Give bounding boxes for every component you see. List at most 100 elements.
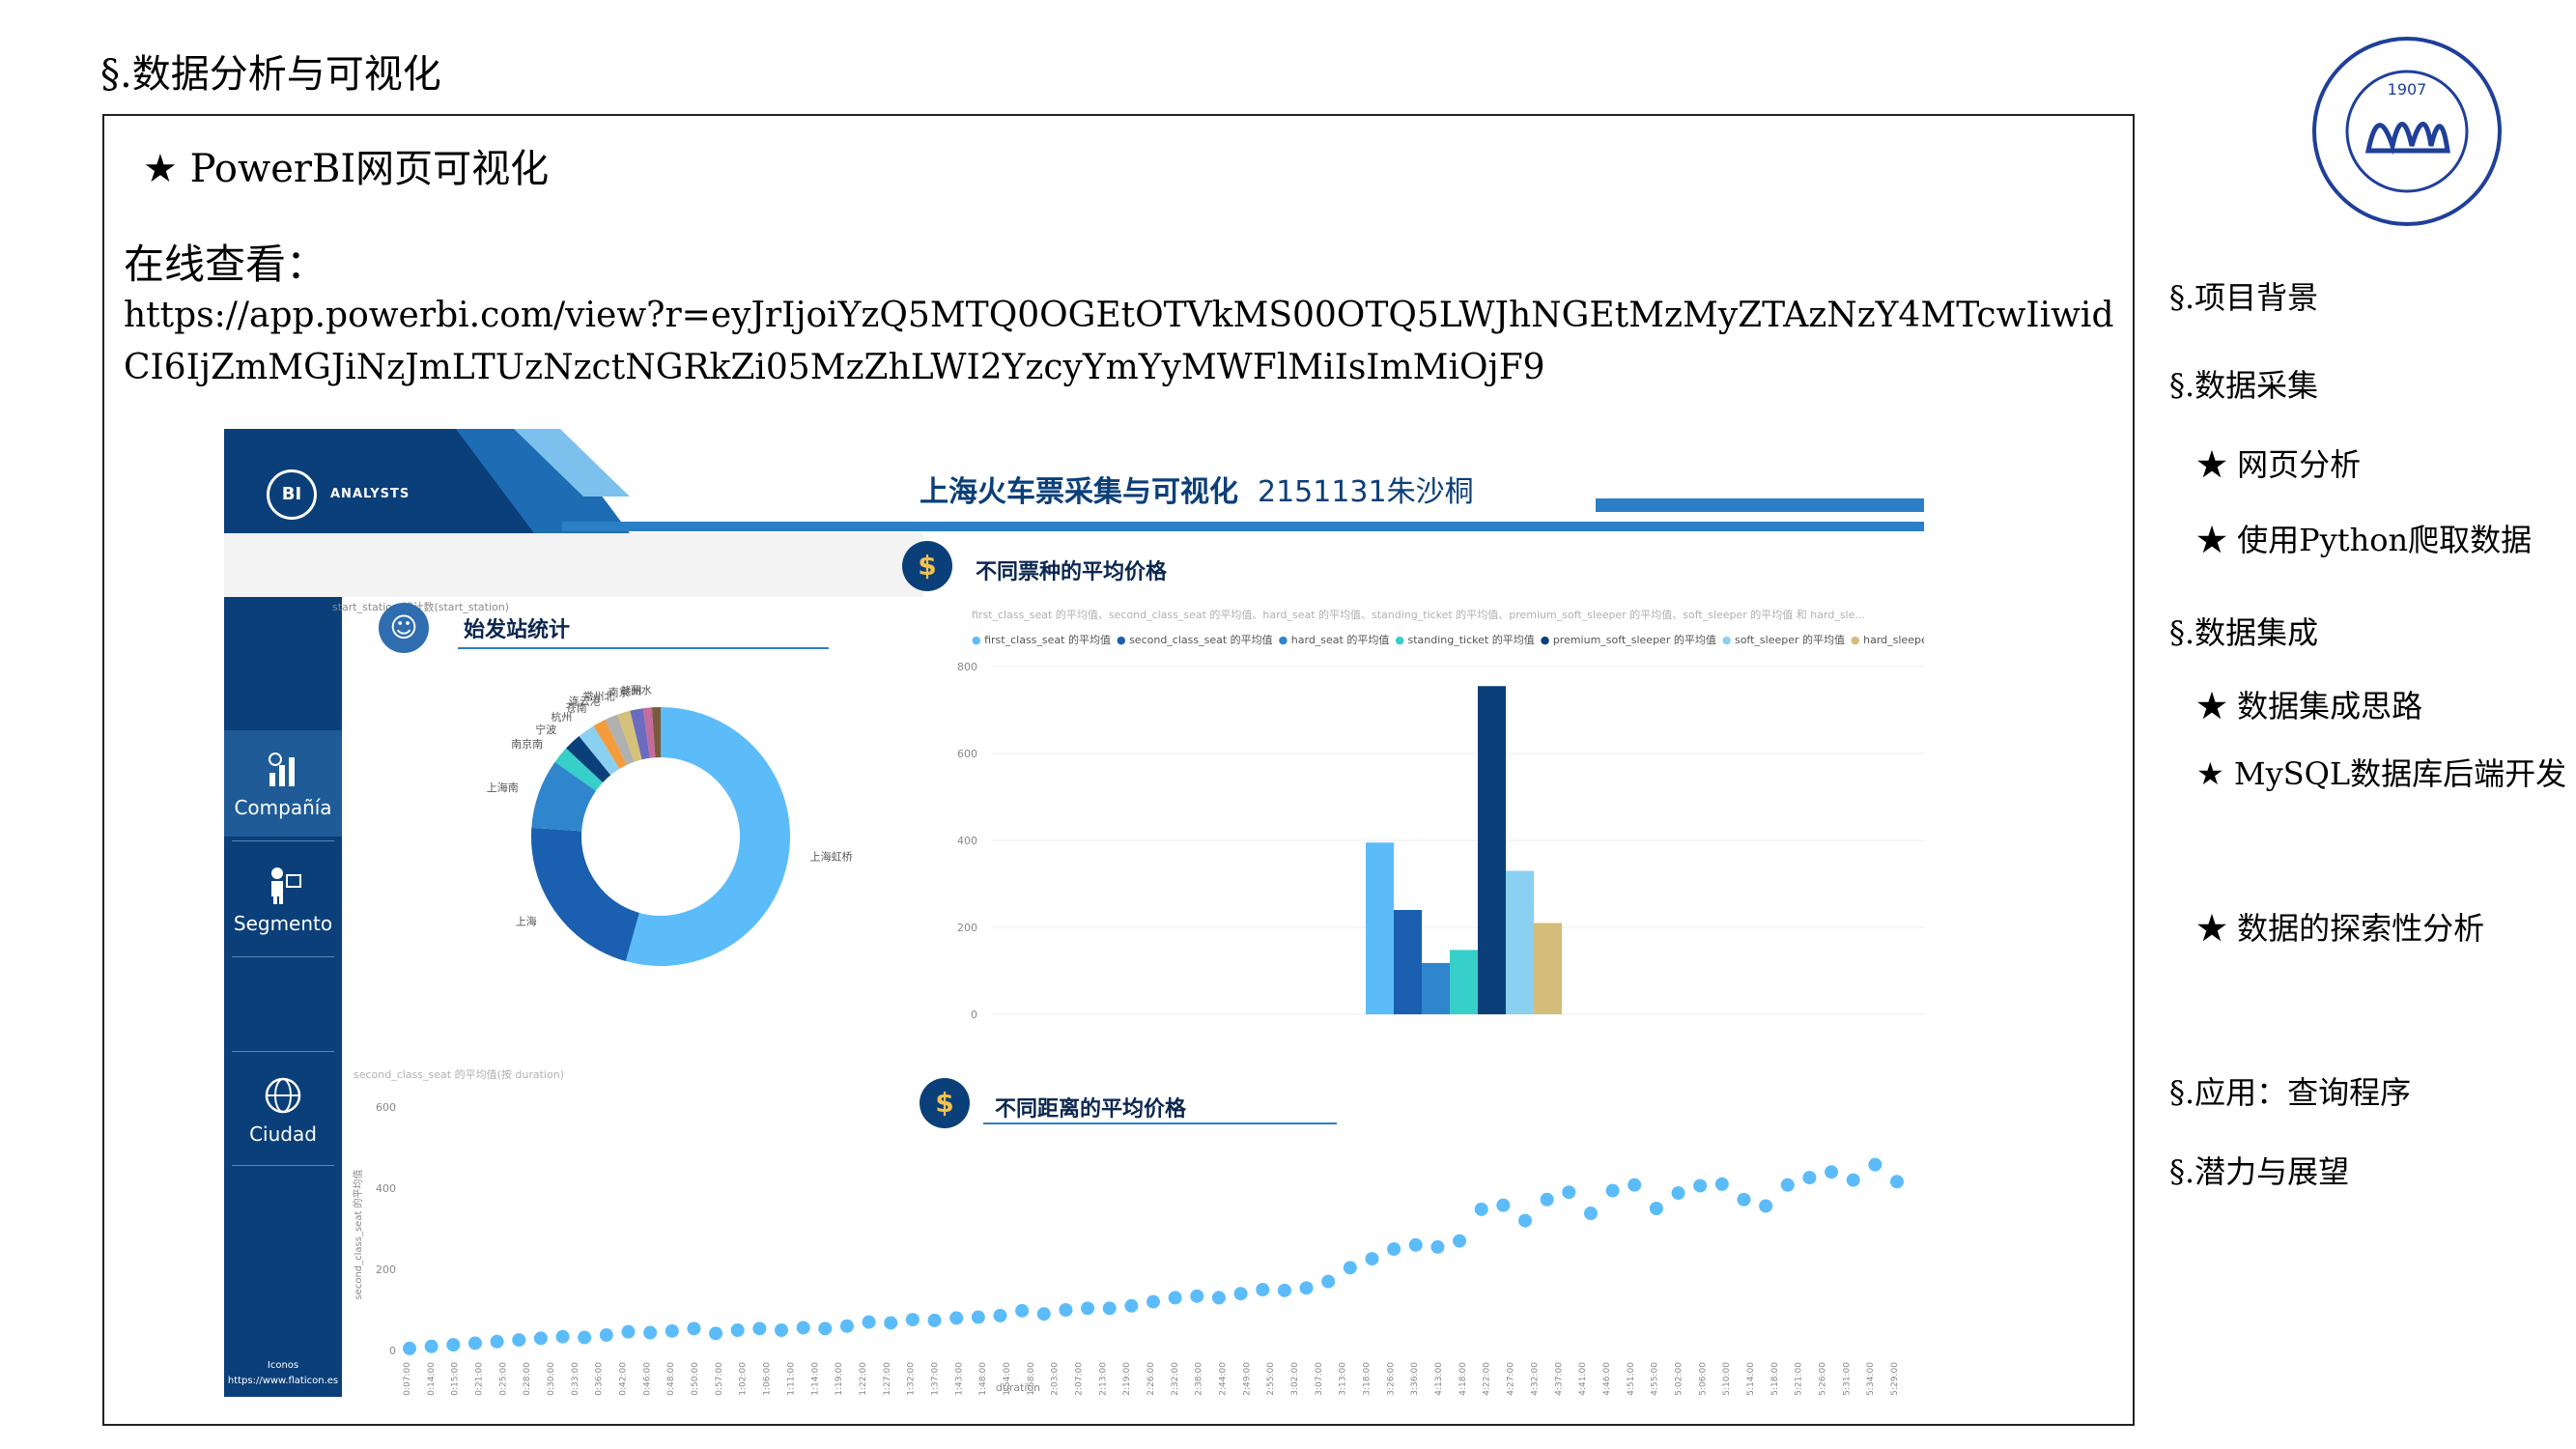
scatter-point[interactable] <box>1321 1274 1336 1289</box>
scatter-point[interactable] <box>1015 1303 1030 1318</box>
scatter-point[interactable] <box>1890 1175 1904 1189</box>
scatter-point[interactable] <box>1802 1171 1817 1185</box>
distance-price-panel: second_class_seat 的平均值(按 duration) $ 不同距… <box>342 1061 1924 1397</box>
scatter-point[interactable] <box>1081 1301 1095 1316</box>
scatter-point[interactable] <box>1102 1301 1117 1316</box>
scatter-point[interactable] <box>1430 1239 1445 1254</box>
nav-compania[interactable]: Compañía <box>224 730 342 837</box>
scatter-point[interactable] <box>1299 1281 1314 1295</box>
scatter-point[interactable] <box>752 1321 767 1336</box>
scatter-point[interactable] <box>1408 1237 1423 1252</box>
scatter-point[interactable] <box>403 1341 416 1355</box>
scatter-point[interactable] <box>1474 1202 1488 1216</box>
scatter-point[interactable] <box>1365 1252 1379 1266</box>
x-tick-label: 5:34:00 <box>1866 1362 1876 1396</box>
scatter-point[interactable] <box>1628 1178 1642 1192</box>
powerbi-link[interactable]: https://app.powerbi.com/view?r=eyJrIjoiY… <box>124 290 2133 394</box>
scatter-point[interactable] <box>839 1319 854 1333</box>
scatter-point[interactable] <box>1059 1303 1073 1317</box>
scatter-point[interactable] <box>424 1339 439 1353</box>
scatter-point[interactable] <box>1780 1178 1795 1192</box>
outline-item[interactable]: ★ 网页分析 <box>2196 440 2361 485</box>
scatter-point[interactable] <box>796 1321 810 1335</box>
scatter-point[interactable] <box>1693 1179 1708 1193</box>
scatter-point[interactable] <box>1868 1157 1882 1172</box>
bar[interactable] <box>1450 950 1478 1014</box>
icons-credit: Iconos https://www.flaticon.es <box>227 1360 339 1386</box>
scatter-point[interactable] <box>665 1323 679 1338</box>
x-tick-label: 0:46:00 <box>642 1362 652 1396</box>
bar[interactable] <box>1394 910 1422 1014</box>
outline-item[interactable]: §.应用：查询程序 <box>2169 1068 2411 1113</box>
scatter-point[interactable] <box>1256 1283 1270 1296</box>
bar[interactable] <box>1478 686 1506 1014</box>
scatter-point[interactable] <box>949 1311 964 1325</box>
scatter-point[interactable] <box>1562 1185 1576 1200</box>
nav-segmento[interactable]: Segmento <box>224 846 342 952</box>
donut-label: 上海虹桥 <box>810 850 853 864</box>
scatter-point[interactable] <box>1496 1198 1511 1212</box>
scatter-point[interactable] <box>1649 1202 1663 1215</box>
x-tick-label: 3:36:00 <box>1410 1362 1420 1396</box>
scatter-point[interactable] <box>1583 1207 1598 1221</box>
scatter-point[interactable] <box>709 1326 723 1341</box>
donut-slice[interactable] <box>531 827 639 962</box>
scatter-point[interactable] <box>905 1313 920 1327</box>
scatter-point[interactable] <box>1714 1177 1729 1191</box>
scatter-point[interactable] <box>1605 1183 1620 1198</box>
outline-item[interactable]: §.数据采集 <box>2169 361 2318 406</box>
outline-item[interactable]: §.数据集成 <box>2169 609 2318 653</box>
scatter-point[interactable] <box>730 1323 745 1337</box>
scatter-point[interactable] <box>1825 1165 1839 1179</box>
scatter-point[interactable] <box>1124 1298 1139 1313</box>
bar[interactable] <box>1506 870 1534 1015</box>
scatter-point[interactable] <box>1343 1261 1357 1275</box>
scatter-point[interactable] <box>1168 1291 1182 1305</box>
scatter-point[interactable] <box>927 1313 942 1327</box>
scatter-point[interactable] <box>643 1325 658 1340</box>
scatter-point[interactable] <box>446 1338 461 1352</box>
outline-item[interactable]: §.项目背景 <box>2169 273 2318 318</box>
bar[interactable] <box>1366 842 1394 1014</box>
scatter-point[interactable] <box>1036 1307 1051 1321</box>
scatter-point[interactable] <box>512 1333 526 1348</box>
scatter-point[interactable] <box>1233 1287 1248 1301</box>
scatter-point[interactable] <box>555 1329 570 1344</box>
scatter-point[interactable] <box>621 1324 636 1339</box>
scatter-point[interactable] <box>1277 1283 1291 1297</box>
outline-item[interactable]: ★ 使用Python爬取数据 <box>2196 516 2532 560</box>
outline-item[interactable]: ★ 数据集成思路 <box>2196 682 2422 726</box>
outline-item[interactable]: ★ 数据的探索性分析 <box>2196 904 2484 949</box>
scatter-point[interactable] <box>884 1316 898 1330</box>
scatter-point[interactable] <box>467 1336 482 1350</box>
scatter-point[interactable] <box>1846 1173 1860 1187</box>
scatter-point[interactable] <box>1671 1186 1685 1201</box>
scatter-point[interactable] <box>599 1328 613 1343</box>
scatter-point[interactable] <box>1540 1192 1554 1207</box>
outline-item[interactable]: §.潜力与展望 <box>2169 1148 2349 1192</box>
scatter-point[interactable] <box>1759 1199 1773 1213</box>
bar[interactable] <box>1534 923 1562 1015</box>
x-tick-label: 2:49:00 <box>1242 1362 1252 1396</box>
scatter-point[interactable] <box>1518 1213 1532 1228</box>
scatter-point[interactable] <box>862 1315 876 1329</box>
scatter-point[interactable] <box>533 1331 548 1346</box>
scatter-point[interactable] <box>687 1321 701 1336</box>
x-tick-label: 4:22:00 <box>1483 1362 1492 1396</box>
bar[interactable] <box>1422 962 1450 1014</box>
scatter-point[interactable] <box>1387 1242 1401 1256</box>
scatter-point[interactable] <box>1737 1192 1751 1207</box>
scatter-point[interactable] <box>971 1310 985 1324</box>
scatter-point[interactable] <box>1146 1294 1160 1309</box>
nav-ciudad[interactable]: Ciudad <box>224 1057 342 1163</box>
scatter-point[interactable] <box>818 1321 833 1336</box>
scatter-point[interactable] <box>578 1330 592 1345</box>
content-frame: ★ PowerBI网页可视化 在线查看： https://app.powerbi… <box>102 114 2135 1426</box>
scatter-point[interactable] <box>490 1334 504 1349</box>
scatter-point[interactable] <box>1190 1289 1204 1303</box>
scatter-point[interactable] <box>1453 1234 1467 1248</box>
scatter-point[interactable] <box>1211 1291 1226 1305</box>
outline-item[interactable]: ★ MySQL数据库后端开发 <box>2196 750 2566 794</box>
scatter-point[interactable] <box>993 1308 1007 1322</box>
scatter-point[interactable] <box>775 1323 788 1337</box>
